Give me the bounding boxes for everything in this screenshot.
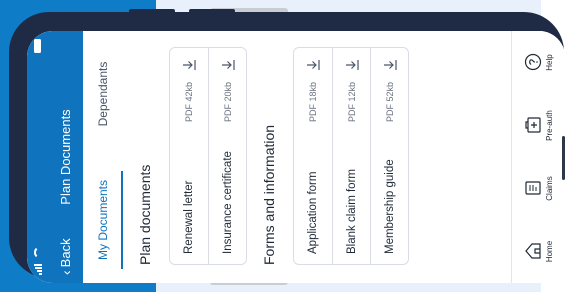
document-meta: PDF 12kb	[346, 82, 357, 123]
nav-label: Help	[545, 54, 554, 71]
phone-frame: ‹ Back Plan Documents My Documents Depen…	[9, 9, 565, 283]
forms-list: Application form PDF 18kb Blank claim fo…	[293, 47, 409, 265]
nav-item-pre-auth[interactable]: Pre-auth	[512, 94, 565, 157]
document-meta: PDF 52kb	[384, 82, 395, 123]
nav-item-claims[interactable]: Claims	[512, 157, 565, 220]
nav-label: Pre-auth	[545, 110, 554, 141]
wifi-icon	[34, 246, 42, 259]
document-row[interactable]: Renewal letter PDF 42kb	[170, 48, 208, 264]
home-indicator	[562, 136, 565, 180]
claims-icon	[525, 181, 541, 196]
download-icon	[345, 60, 359, 70]
nav-item-home[interactable]: Home	[512, 220, 565, 283]
phone-side-button	[129, 9, 175, 13]
document-name: Application form	[307, 171, 319, 254]
document-name: Renewal letter	[183, 180, 195, 254]
document-name: Insurance certificate	[221, 151, 234, 254]
nav-label: Claims	[545, 176, 554, 201]
section-title-forms: Forms and information	[261, 124, 277, 265]
download-icon	[221, 60, 235, 70]
document-meta: PDF 42kb	[184, 82, 194, 123]
tab-bar: My Documents Dependants	[83, 31, 123, 283]
plan-documents-list: Renewal letter PDF 42kb Insurance certif…	[169, 47, 247, 265]
pre-auth-icon	[525, 117, 541, 134]
page-title: Plan Documents	[58, 109, 73, 205]
nav-item-help[interactable]: Help	[512, 31, 565, 94]
document-name: Membership guide	[383, 159, 396, 254]
tab-dependants[interactable]: Dependants	[83, 31, 123, 157]
download-icon	[307, 60, 320, 70]
battery-icon	[34, 39, 41, 53]
help-icon	[524, 54, 542, 71]
bottom-nav: Home Claims Pre-auth Help	[511, 31, 565, 283]
tab-my-documents[interactable]: My Documents	[83, 157, 123, 283]
document-row[interactable]: Application form PDF 18kb	[294, 48, 332, 264]
status-bar	[27, 31, 49, 283]
document-meta: PDF 20kb	[222, 82, 233, 123]
app-view: ‹ Back Plan Documents My Documents Depen…	[27, 31, 565, 283]
phone-screen: ‹ Back Plan Documents My Documents Depen…	[27, 31, 565, 283]
documents-content: Plan documents Renewal letter PDF 42kb I…	[123, 31, 511, 283]
download-icon	[383, 60, 397, 70]
document-meta: PDF 18kb	[308, 82, 318, 123]
app-header: ‹ Back Plan Documents	[49, 31, 83, 283]
document-row[interactable]: Blank claim form PDF 12kb	[332, 48, 370, 264]
document-row[interactable]: Membership guide PDF 52kb	[370, 48, 408, 264]
signal-icon	[34, 264, 42, 275]
home-icon	[525, 243, 541, 260]
download-icon	[183, 60, 196, 70]
phone-side-button	[189, 9, 235, 13]
nav-label: Home	[545, 240, 554, 263]
section-title-plan-documents: Plan documents	[137, 164, 153, 265]
document-name: Blank claim form	[345, 169, 358, 254]
document-row[interactable]: Insurance certificate PDF 20kb	[208, 48, 246, 264]
